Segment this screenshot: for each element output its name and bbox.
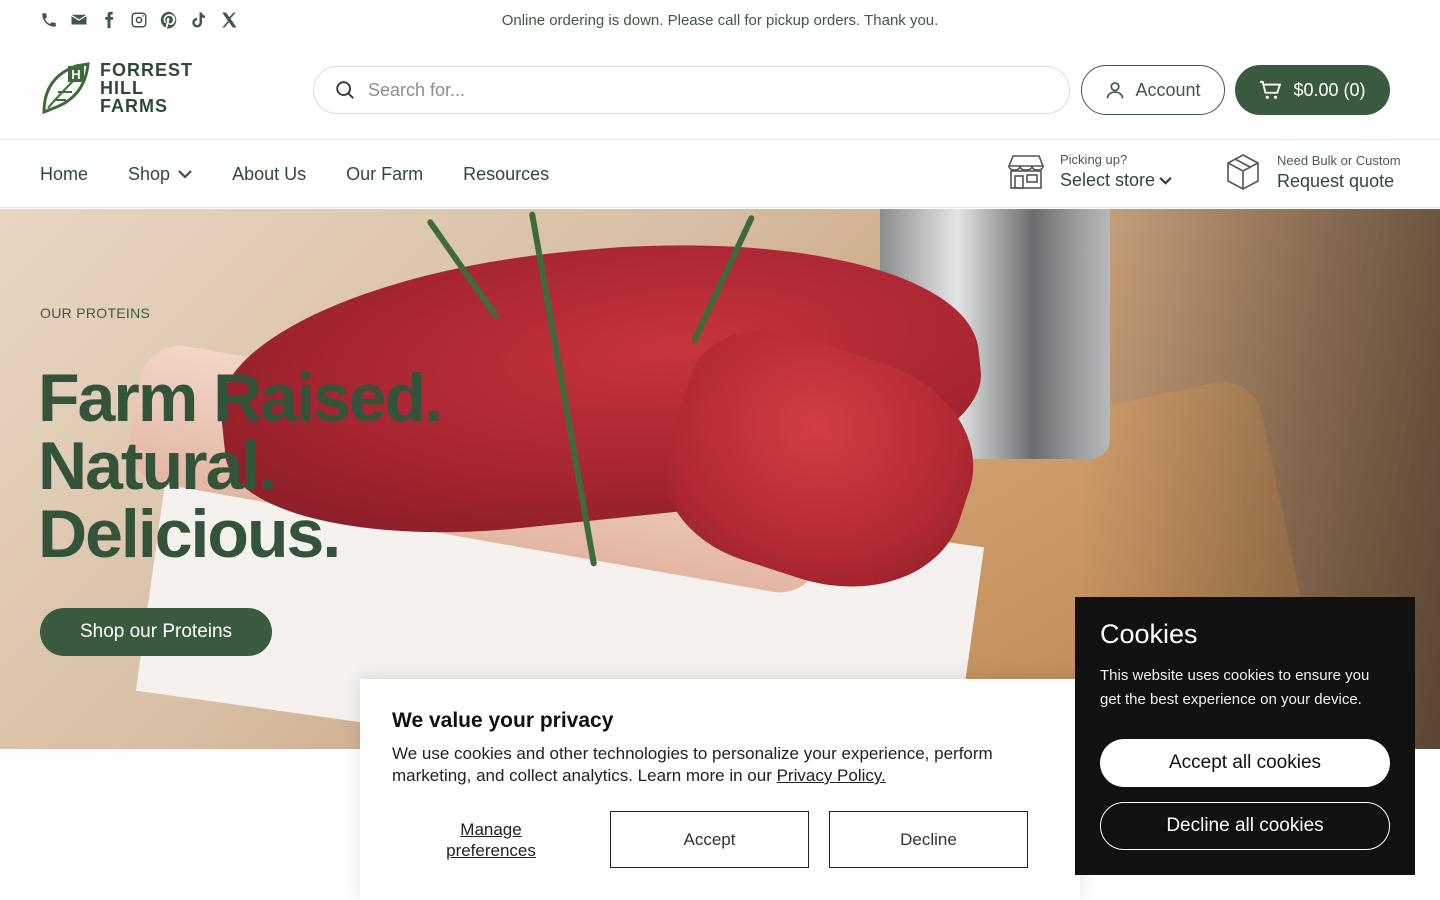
chevron-down-icon	[1159, 177, 1172, 185]
storefront-icon	[1007, 154, 1045, 189]
request-quote-link[interactable]: Need Bulk or Custom Request quote	[1223, 152, 1401, 192]
nav-item-home[interactable]: Home	[40, 164, 88, 185]
nav-item-resources[interactable]: Resources	[463, 164, 549, 185]
store-selector[interactable]: Picking up? Select store	[1006, 152, 1172, 191]
account-button[interactable]: Account	[1081, 65, 1225, 115]
search-input[interactable]	[368, 79, 1018, 101]
cookie-panel: Cookies This website uses cookies to ens…	[1075, 597, 1415, 875]
cookie-body: This website uses cookies to ensure you …	[1100, 667, 1370, 708]
x-icon[interactable]	[220, 11, 238, 29]
chevron-down-icon	[178, 170, 192, 179]
decline-button[interactable]: Decline	[829, 811, 1028, 868]
shop-proteins-button[interactable]: Shop our Proteins	[40, 608, 272, 656]
accept-button[interactable]: Accept	[610, 811, 809, 868]
cart-total: $0.00 (0)	[1293, 79, 1366, 100]
account-label: Account	[1135, 79, 1201, 100]
privacy-body: We use cookies and other technologies to…	[392, 744, 993, 785]
email-icon[interactable]	[70, 11, 88, 29]
search-icon	[336, 81, 354, 99]
leaf-logo-icon: H	[42, 62, 90, 115]
accept-all-cookies-button[interactable]: Accept all cookies	[1100, 739, 1390, 787]
nav-item-shop[interactable]: Shop	[128, 164, 192, 185]
site-logo[interactable]: H FORREST HILL FARMS	[40, 60, 193, 116]
box-icon	[1227, 154, 1259, 190]
select-store-label: Select store	[1060, 170, 1156, 190]
social-links	[40, 11, 238, 29]
pinterest-icon[interactable]	[160, 11, 178, 29]
hero-eyebrow: OUR PROTEINS	[40, 305, 151, 321]
search-bar[interactable]	[313, 66, 1070, 114]
request-quote-label: Request quote	[1277, 170, 1395, 191]
site-header: H FORREST HILL FARMS Account $0.00 (0)	[0, 40, 1440, 140]
privacy-title: We value your privacy	[392, 709, 614, 732]
manage-preferences-link[interactable]: Manage preferences	[430, 819, 552, 861]
phone-icon[interactable]	[40, 11, 58, 29]
nav-item-our-farm[interactable]: Our Farm	[346, 164, 423, 185]
cart-icon	[1260, 80, 1282, 99]
hero-title: Farm Raised. Natural. Delicious.	[38, 360, 443, 572]
announcement-bar: Online ordering is down. Please call for…	[0, 0, 1440, 40]
nav-item-about-us[interactable]: About Us	[232, 164, 306, 185]
cart-button[interactable]: $0.00 (0)	[1235, 65, 1390, 115]
decline-all-cookies-button[interactable]: Decline all cookies	[1100, 802, 1390, 850]
privacy-policy-link[interactable]: Privacy Policy.	[777, 766, 886, 785]
logo-wordmark: FORREST HILL FARMS	[100, 60, 194, 116]
facebook-icon[interactable]	[100, 11, 118, 29]
cookie-title: Cookies	[1100, 619, 1198, 649]
svg-text:H: H	[71, 67, 80, 82]
privacy-banner: We value your privacy We use cookies and…	[360, 679, 1080, 900]
user-icon	[1107, 82, 1124, 99]
store-hint: Picking up?	[1060, 152, 1128, 167]
instagram-icon[interactable]	[130, 11, 148, 29]
tiktok-icon[interactable]	[190, 11, 208, 29]
main-nav: Home Shop About Us Our Farm Resources Pi…	[0, 140, 1440, 208]
quote-hint: Need Bulk or Custom	[1277, 152, 1401, 168]
